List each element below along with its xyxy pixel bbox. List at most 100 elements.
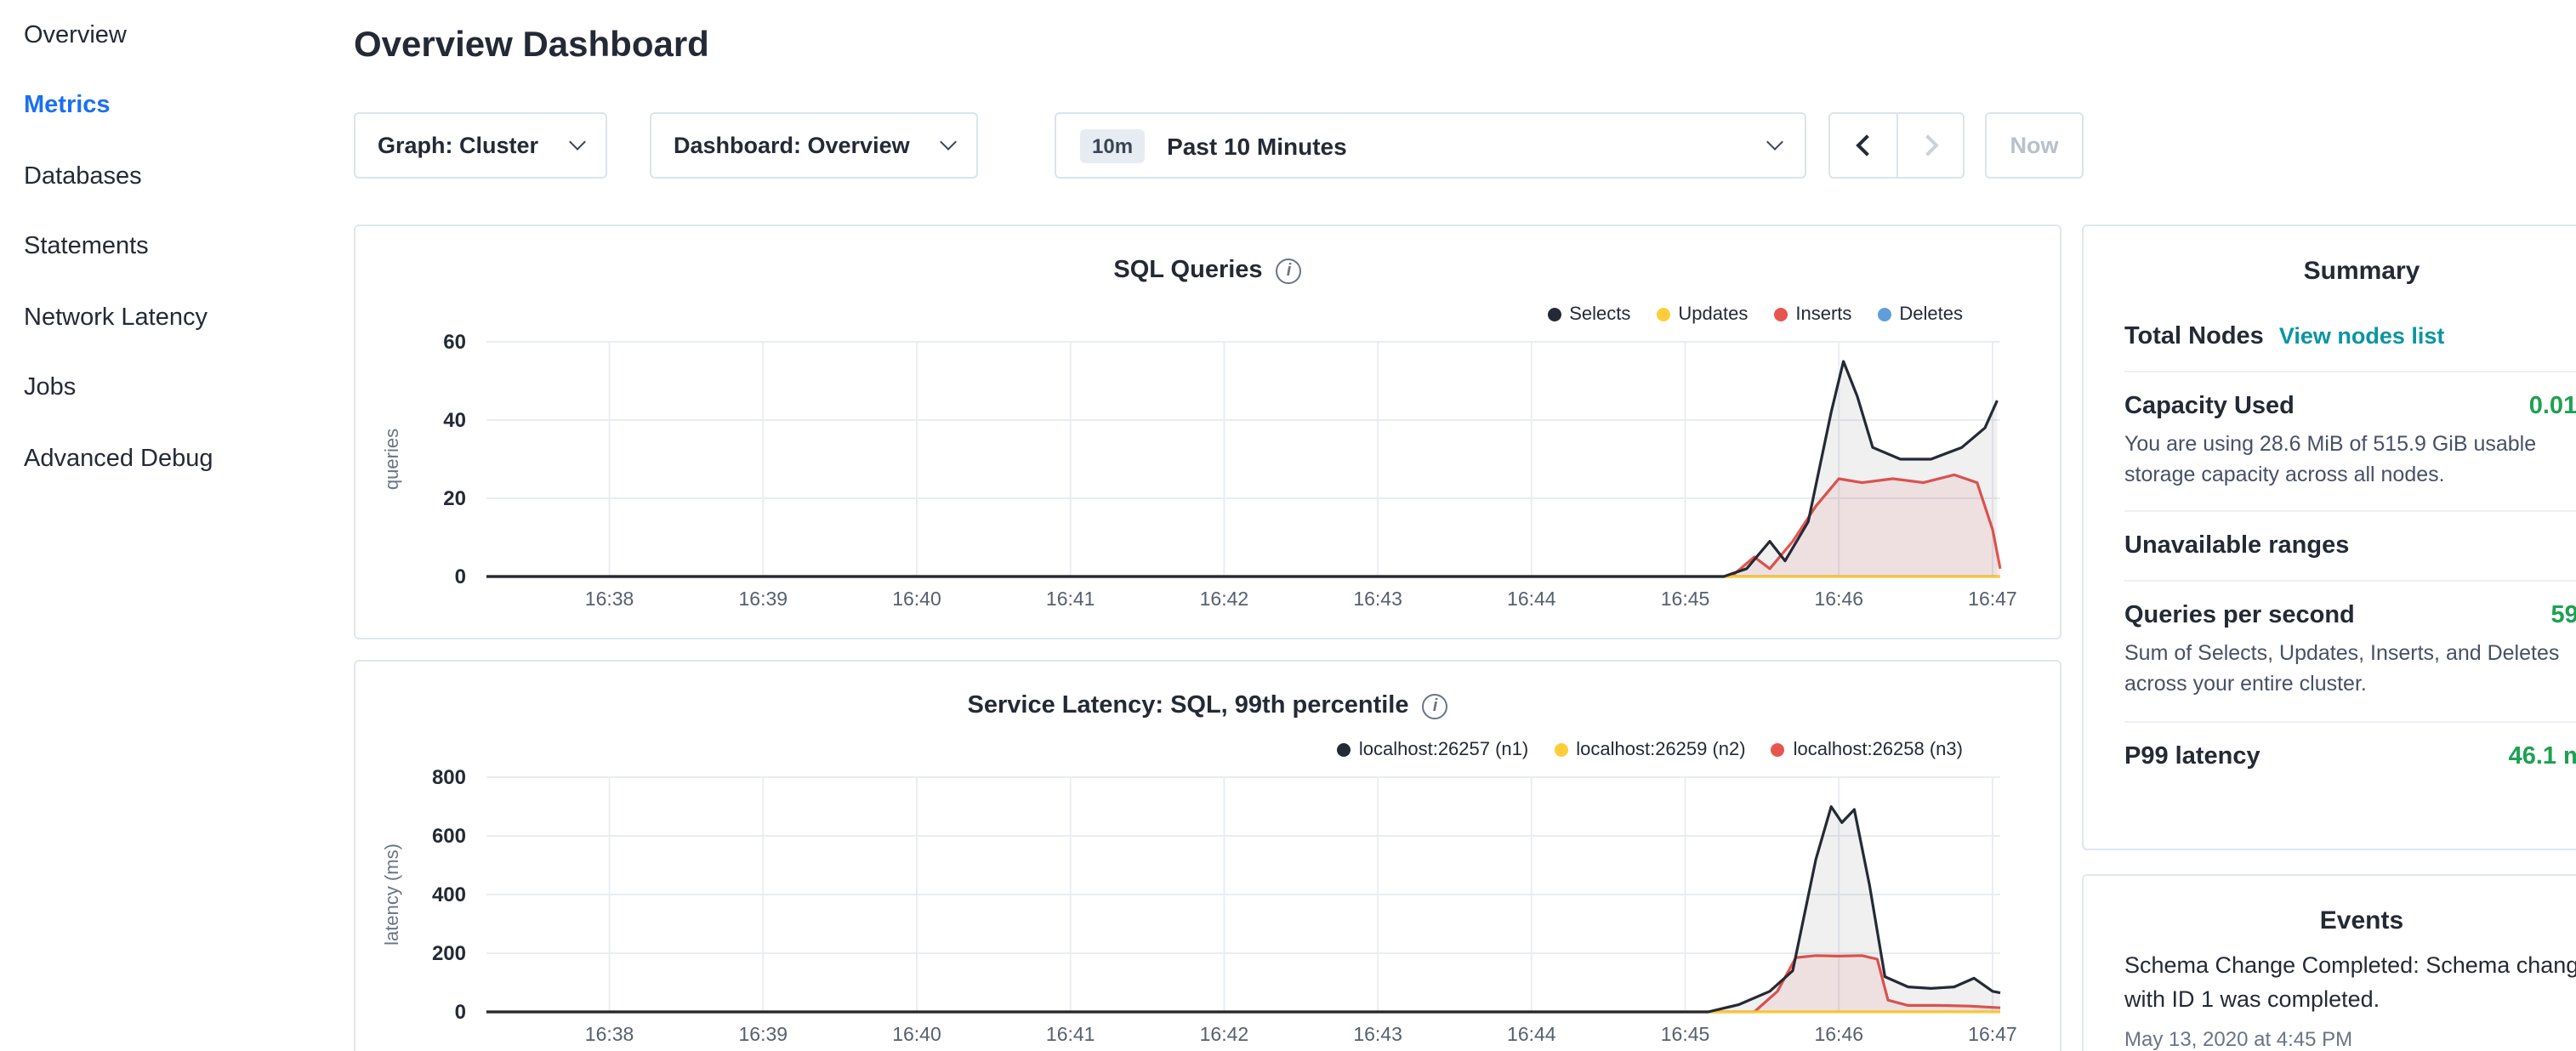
service-latency-chart[interactable]: 020040060080016:3816:3916:4016:4116:4216… — [355, 764, 2060, 1051]
svg-text:40: 40 — [443, 409, 466, 432]
svg-text:200: 200 — [432, 942, 466, 965]
legend-item: Deletes — [1877, 304, 1963, 325]
legend-label: localhost:26258 (n3) — [1794, 740, 1963, 760]
events-list: Schema Change Completed: Schema change w… — [2084, 935, 2576, 1050]
chevron-down-icon — [940, 134, 957, 151]
summary-description: You are using 28.6 MiB of 515.9 GiB usab… — [2124, 429, 2576, 491]
sidebar-item-metrics[interactable]: Metrics — [0, 71, 327, 141]
now-button[interactable]: Now — [1985, 112, 2084, 179]
svg-text:16:41: 16:41 — [1046, 588, 1095, 610]
sidebar-item-advanced-debug[interactable]: Advanced Debug — [0, 423, 327, 494]
time-forward-button[interactable] — [1896, 114, 1963, 177]
sidebar-item-overview[interactable]: Overview — [0, 0, 327, 71]
legend-item: localhost:26257 (n1) — [1337, 740, 1528, 760]
sql-queries-chart[interactable]: 0 20 40 60 16:38 16:39 16:40 16:41 16:42 16:43 16:… — [355, 328, 2060, 628]
svg-text:queries: queries — [381, 429, 402, 490]
summary-row: Queries per second 59.7 Sum of Selects, Up… — [2124, 582, 2576, 723]
svg-text:16:47: 16:47 — [1968, 588, 2017, 610]
svg-text:16:46: 16:46 — [1814, 588, 1863, 610]
time-pager — [1828, 112, 1965, 179]
chart-title: SQL Queries — [1113, 257, 1262, 284]
graph-dropdown[interactable]: Graph: Cluster — [354, 112, 607, 179]
svg-text:16:44: 16:44 — [1507, 1023, 1556, 1045]
screen: OverviewMetricsDatabasesStatementsNetwor… — [0, 0, 2576, 1051]
sidebar-item-network-latency[interactable]: Network Latency — [0, 282, 327, 353]
sidebar-item-jobs[interactable]: Jobs — [0, 353, 327, 423]
events-title: Events — [2084, 876, 2576, 935]
legend-item: localhost:26258 (n3) — [1771, 740, 1963, 760]
time-back-button[interactable] — [1830, 114, 1896, 177]
time-range-badge: 10m — [1080, 128, 1145, 162]
chevron-left-icon — [1855, 134, 1876, 156]
summary-value: 0.01% — [2529, 393, 2576, 420]
legend-label: Updates — [1678, 304, 1748, 325]
view-nodes-list-link[interactable]: View nodes list — [2279, 323, 2445, 349]
summary-row: Total NodesView nodes list3 — [2124, 303, 2576, 372]
svg-text:16:45: 16:45 — [1661, 588, 1710, 610]
legend-dot-icon — [1773, 308, 1787, 321]
events-panel: Events Schema Change Completed: Schema c… — [2082, 874, 2576, 1051]
info-icon[interactable]: i — [1277, 258, 1302, 283]
legend-label: localhost:26259 (n2) — [1576, 740, 1745, 760]
event-timestamp: May 13, 2020 at 4:45 PM — [2124, 1026, 2576, 1050]
legend-label: Selects — [1569, 304, 1630, 325]
summary-row: P99 latency46.1 ms — [2124, 722, 2576, 790]
legend-label: Deletes — [1899, 304, 1963, 325]
svg-text:16:43: 16:43 — [1353, 588, 1402, 610]
svg-text:16:39: 16:39 — [738, 588, 788, 610]
svg-text:600: 600 — [432, 825, 466, 848]
svg-text:16:42: 16:42 — [1200, 1023, 1249, 1045]
svg-text:0: 0 — [455, 565, 466, 588]
app-window: OverviewMetricsDatabasesStatementsNetwor… — [0, 0, 2576, 1051]
legend-item: Selects — [1547, 304, 1630, 325]
svg-text:latency (ms): latency (ms) — [381, 844, 402, 946]
svg-text:16:43: 16:43 — [1353, 1023, 1402, 1045]
event-text: Schema Change Completed: Schema change w… — [2124, 949, 2576, 1018]
summary-value: 59.7 — [2551, 603, 2576, 630]
svg-text:16:40: 16:40 — [892, 1023, 941, 1045]
legend-label: localhost:26257 (n1) — [1359, 740, 1528, 760]
sidebar-item-statements[interactable]: Statements — [0, 212, 327, 282]
dashboard-dropdown[interactable]: Dashboard: Overview — [650, 112, 978, 179]
summary-label: Capacity Used — [2124, 393, 2295, 420]
svg-text:16:38: 16:38 — [585, 1023, 634, 1045]
summary-row: Unavailable ranges0 — [2124, 513, 2576, 582]
svg-text:16:40: 16:40 — [892, 588, 941, 610]
graph-dropdown-label: Graph: Cluster — [378, 133, 538, 158]
svg-text:16:44: 16:44 — [1507, 588, 1556, 610]
legend-label: Inserts — [1795, 304, 1851, 325]
legend-dot-icon — [1337, 743, 1351, 757]
svg-text:60: 60 — [443, 331, 466, 354]
svg-text:16:42: 16:42 — [1200, 588, 1249, 610]
info-icon[interactable]: i — [1423, 693, 1448, 719]
chart-title: Service Latency: SQL, 99th percentile — [968, 692, 1409, 719]
page-title: Overview Dashboard — [354, 26, 709, 66]
svg-text:0: 0 — [455, 1001, 466, 1024]
legend-dot-icon — [1656, 308, 1669, 321]
summary-rows: Total NodesView nodes list3Capacity Used… — [2084, 286, 2576, 790]
summary-label: Total Nodes — [2124, 323, 2264, 350]
svg-text:16:41: 16:41 — [1046, 1023, 1095, 1045]
svg-text:16:39: 16:39 — [738, 1023, 788, 1045]
sidebar-nav: OverviewMetricsDatabasesStatementsNetwor… — [0, 0, 327, 1051]
svg-text:20: 20 — [443, 487, 466, 510]
svg-text:16:45: 16:45 — [1661, 1023, 1710, 1045]
chevron-right-icon — [1917, 134, 1938, 156]
summary-description: Sum of Selects, Updates, Inserts, and De… — [2124, 639, 2576, 701]
legend-item: Inserts — [1773, 304, 1851, 325]
summary-label: Queries per second — [2124, 603, 2355, 630]
summary-row: Capacity Used 0.01% You are using 28.6 MiB… — [2124, 372, 2576, 513]
summary-label: Unavailable ranges — [2124, 533, 2349, 560]
chart-legend: Selects Updates Inserts Deletes — [1547, 304, 1963, 325]
summary-value: 46.1 ms — [2509, 742, 2576, 770]
svg-text:800: 800 — [432, 766, 466, 789]
event-item: Schema Change Completed: Schema change w… — [2124, 949, 2576, 1050]
sidebar-item-databases[interactable]: Databases — [0, 141, 327, 212]
summary-panel: Summary Total NodesView nodes list3Capac… — [2082, 224, 2576, 850]
time-range-dropdown[interactable]: 10m Past 10 Minutes — [1055, 112, 1806, 179]
service-latency-chart-card: Service Latency: SQL, 99th percentile i … — [354, 660, 2061, 1051]
svg-text:16:47: 16:47 — [1968, 1023, 2017, 1045]
summary-title: Summary — [2084, 226, 2576, 286]
svg-text:16:38: 16:38 — [585, 588, 634, 610]
chevron-down-icon — [1766, 134, 1783, 151]
